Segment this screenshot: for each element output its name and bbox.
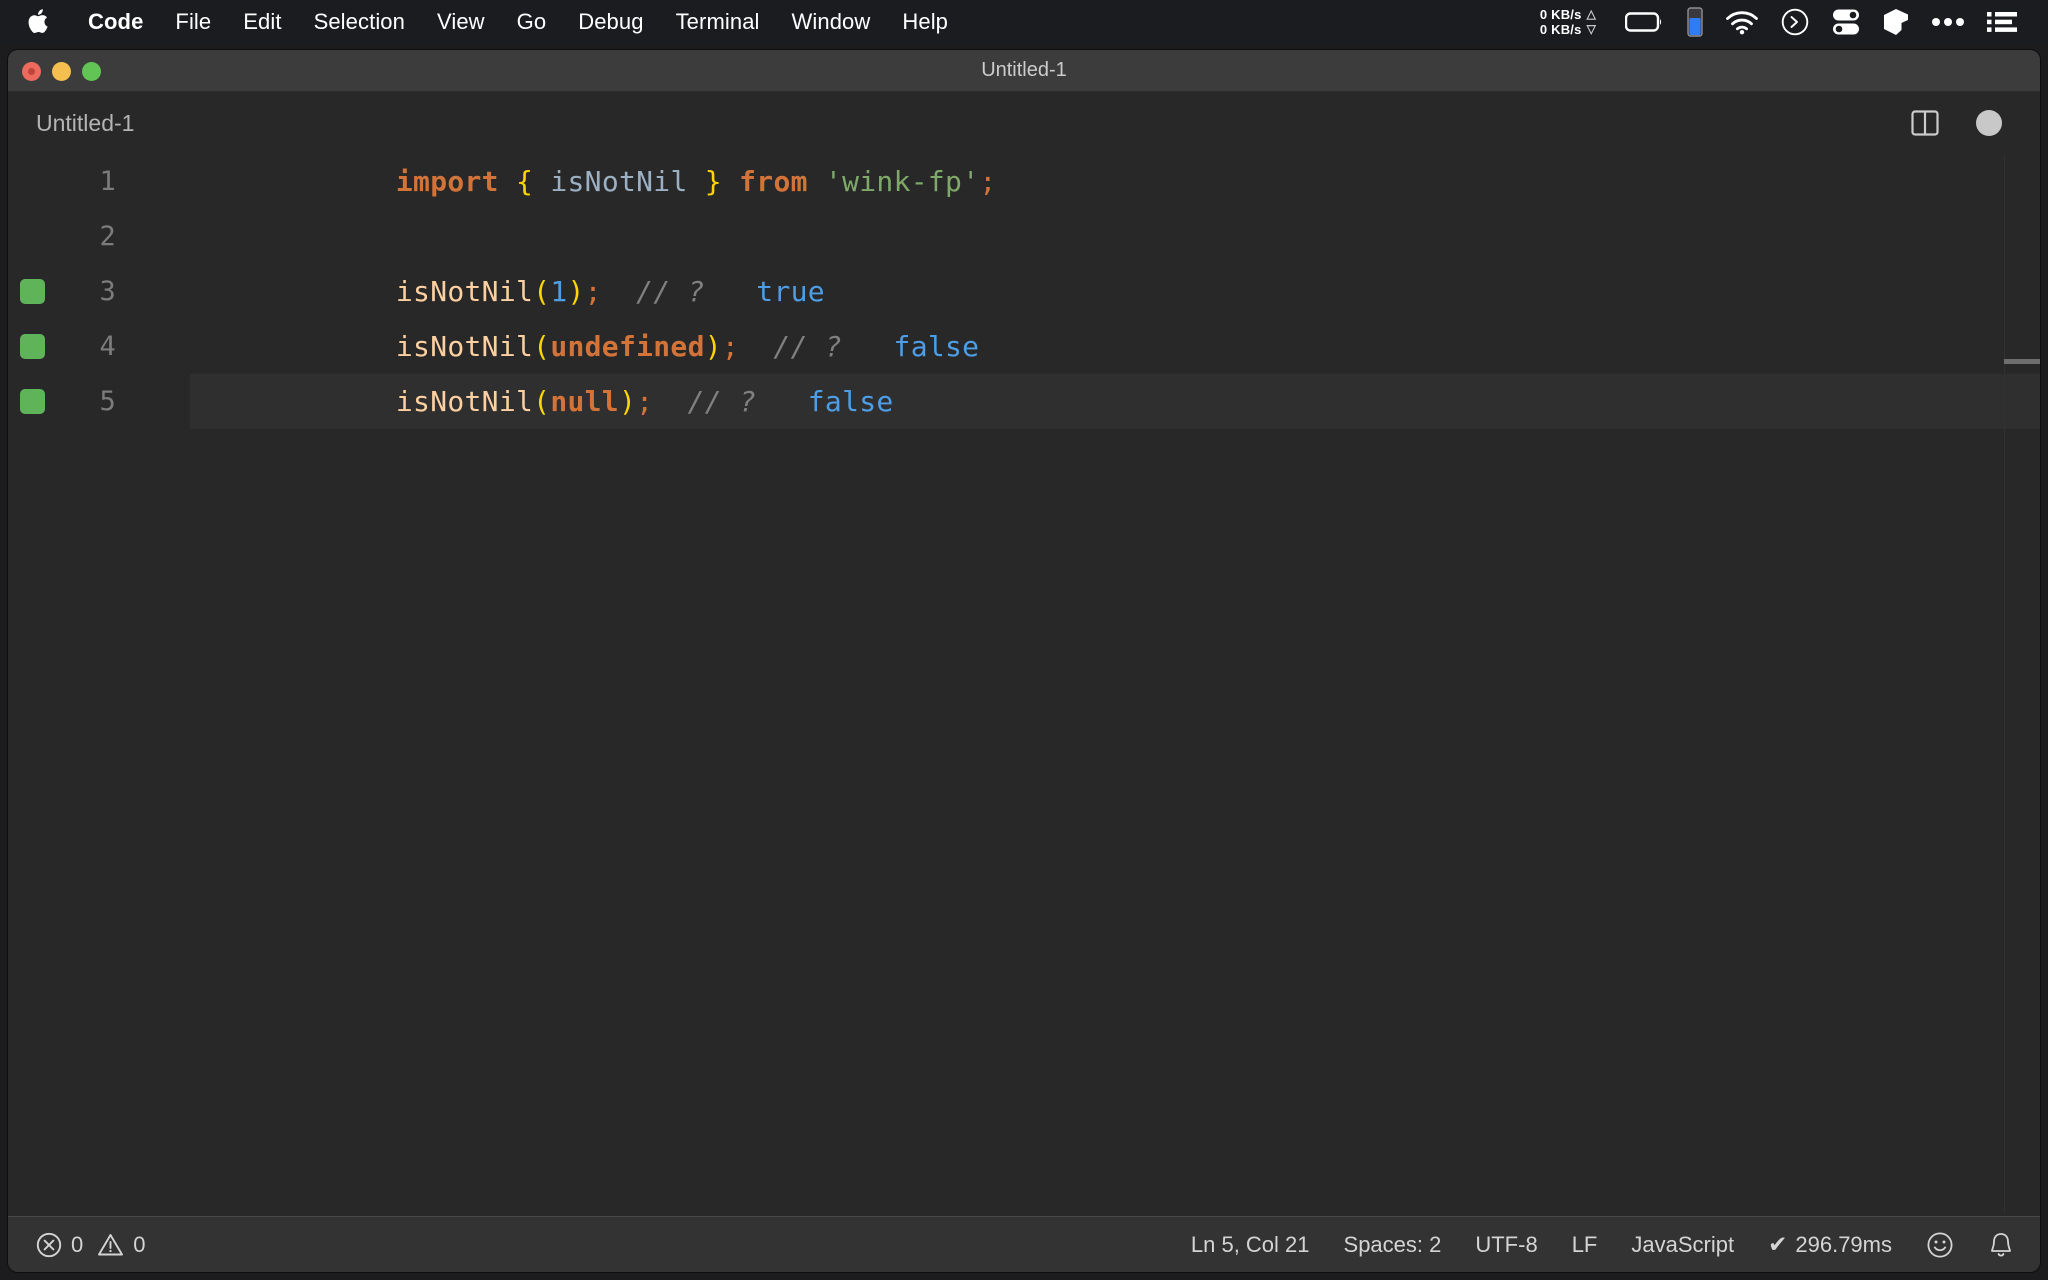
traffic-light-buttons	[22, 50, 112, 92]
terminal-prompt-icon[interactable]	[1781, 0, 1809, 44]
token-import: import	[395, 165, 499, 198]
status-bar-right: Ln 5, Col 21 Spaces: 2 UTF-8 LF JavaScri…	[1157, 1231, 2040, 1259]
problems-indicator[interactable]: 0 0	[36, 1232, 160, 1258]
token-isnotnil-import: isNotNil	[550, 165, 688, 198]
menu-item-help[interactable]: Help	[886, 0, 964, 44]
editor-actions	[1874, 106, 2040, 140]
run-marker-slot	[8, 279, 56, 304]
vscode-window: Untitled-1 Untitled-1 1 import {isNotNi…	[8, 50, 2040, 1272]
status-bar: 0 0 Ln 5, Col 21 Spaces: 2 UTF-8 LF Java…	[8, 1216, 2040, 1272]
menu-item-edit[interactable]: Edit	[227, 0, 297, 44]
split-editor-icon[interactable]	[1908, 106, 1942, 140]
menu-item-selection[interactable]: Selection	[298, 0, 421, 44]
window-title: Untitled-1	[981, 59, 1067, 81]
editor-vertical-scrollbar[interactable]	[2004, 154, 2040, 1214]
menu-item-debug[interactable]: Debug	[562, 0, 659, 44]
quokka-runtime-indicator[interactable]: ✔ 296.79ms	[1768, 1231, 1892, 1258]
indentation-setting[interactable]: Spaces: 2	[1344, 1232, 1442, 1258]
bell-icon[interactable]	[1988, 1231, 2014, 1259]
line-number: 4	[99, 331, 116, 362]
warning-count: 0	[133, 1231, 146, 1257]
battery-icon[interactable]	[1625, 0, 1665, 44]
run-marker-slot	[8, 334, 56, 359]
close-button[interactable]	[22, 61, 41, 81]
token-close-brace: }	[704, 165, 722, 198]
menu-list-icon[interactable]	[1987, 0, 2017, 44]
apple-logo-icon[interactable]	[28, 9, 50, 35]
code-editor[interactable]: 1 import { isNotNil } from 'wink-fp'; 2	[8, 154, 2040, 1214]
download-speed: 0 KB/s	[1539, 22, 1582, 37]
status-bar-left: 0 0	[8, 1232, 160, 1258]
quokka-pass-marker[interactable]	[19, 389, 45, 414]
token-from: from	[739, 165, 808, 198]
code-line-active[interactable]: 5 isNotNil(null); // ? false	[8, 374, 2040, 429]
check-icon: ✔	[1768, 1231, 1788, 1257]
tab-label: Untitled-1	[36, 109, 135, 136]
warning-triangle-icon: 0	[97, 1231, 146, 1258]
code-line[interactable]: 1 import { isNotNil } from 'wink-fp';	[8, 154, 2040, 209]
runtime-duration: 296.79ms	[1795, 1231, 1892, 1257]
ellipsis-icon[interactable]	[1931, 0, 1965, 44]
control-center-icon[interactable]	[1831, 0, 1861, 44]
menu-bar-status-area: 0 KB/s 0 KB/s △ ▽	[1540, 0, 2048, 44]
inline-result-value: false	[893, 330, 980, 363]
menu-item-window[interactable]: Window	[776, 0, 887, 44]
menu-item-terminal[interactable]: Terminal	[660, 0, 776, 44]
eol-setting[interactable]: LF	[1572, 1232, 1598, 1258]
token-module-string: 'wink-fp'	[824, 165, 980, 198]
line-5-content: isNotNil(null); // ? false	[126, 352, 894, 451]
token-semicolon: ;	[979, 165, 997, 198]
smiley-icon[interactable]	[1926, 1231, 1954, 1259]
token-open-paren: (	[533, 385, 551, 418]
quokka-pass-marker[interactable]	[19, 334, 45, 359]
error-count: 0	[71, 1231, 84, 1257]
upload-speed: 0 KB/s	[1539, 7, 1582, 22]
docker-box-icon[interactable]	[1883, 0, 1909, 44]
encoding-setting[interactable]: UTF-8	[1475, 1232, 1537, 1258]
window-title-bar: Untitled-1	[8, 50, 2040, 92]
line-number: 5	[99, 386, 116, 417]
line-number: 2	[99, 221, 116, 252]
upload-arrow-icon: △	[1586, 7, 1596, 21]
error-circle-icon: 0	[36, 1232, 83, 1258]
token-close-paren: )	[618, 385, 637, 418]
line-number: 1	[99, 166, 116, 197]
macos-menu-bar: Code File Edit Selection View Go Debug T…	[0, 0, 2048, 44]
minimize-button[interactable]	[52, 61, 71, 81]
quokka-pass-marker[interactable]	[19, 279, 45, 304]
line-number: 3	[99, 276, 116, 307]
menu-item-code[interactable]: Code	[72, 0, 159, 44]
screen: Code File Edit Selection View Go Debug T…	[0, 0, 2048, 1280]
language-mode[interactable]: JavaScript	[1631, 1232, 1734, 1258]
token-open-brace: {	[516, 165, 534, 198]
network-speed-indicator[interactable]: 0 KB/s 0 KB/s △ ▽	[1540, 7, 1596, 37]
token-comment: // ?	[687, 385, 757, 418]
unsaved-dot-indicator[interactable]	[1976, 110, 2002, 136]
scrollbar-thumb[interactable]	[2004, 359, 2040, 364]
zoom-button[interactable]	[82, 61, 101, 81]
device-battery-blue-icon[interactable]	[1687, 0, 1703, 44]
menu-bar-left: Code File Edit Selection View Go Debug T…	[0, 0, 964, 44]
token-semicolon: ;	[636, 385, 654, 418]
menu-item-file[interactable]: File	[159, 0, 227, 44]
token-call-isnotnil: isNotNil	[395, 385, 534, 418]
download-arrow-icon: ▽	[1586, 22, 1596, 36]
menu-item-go[interactable]: Go	[501, 0, 563, 44]
inline-result-value: false	[807, 385, 894, 418]
run-marker-slot	[8, 389, 56, 414]
wifi-icon[interactable]	[1725, 0, 1759, 44]
menu-item-view[interactable]: View	[421, 0, 501, 44]
editor-shell: Untitled-1 1 import {isNotNil} from 'w…	[8, 92, 2040, 1272]
cursor-position[interactable]: Ln 5, Col 21	[1191, 1232, 1310, 1258]
token-argument-null: null	[550, 385, 619, 418]
